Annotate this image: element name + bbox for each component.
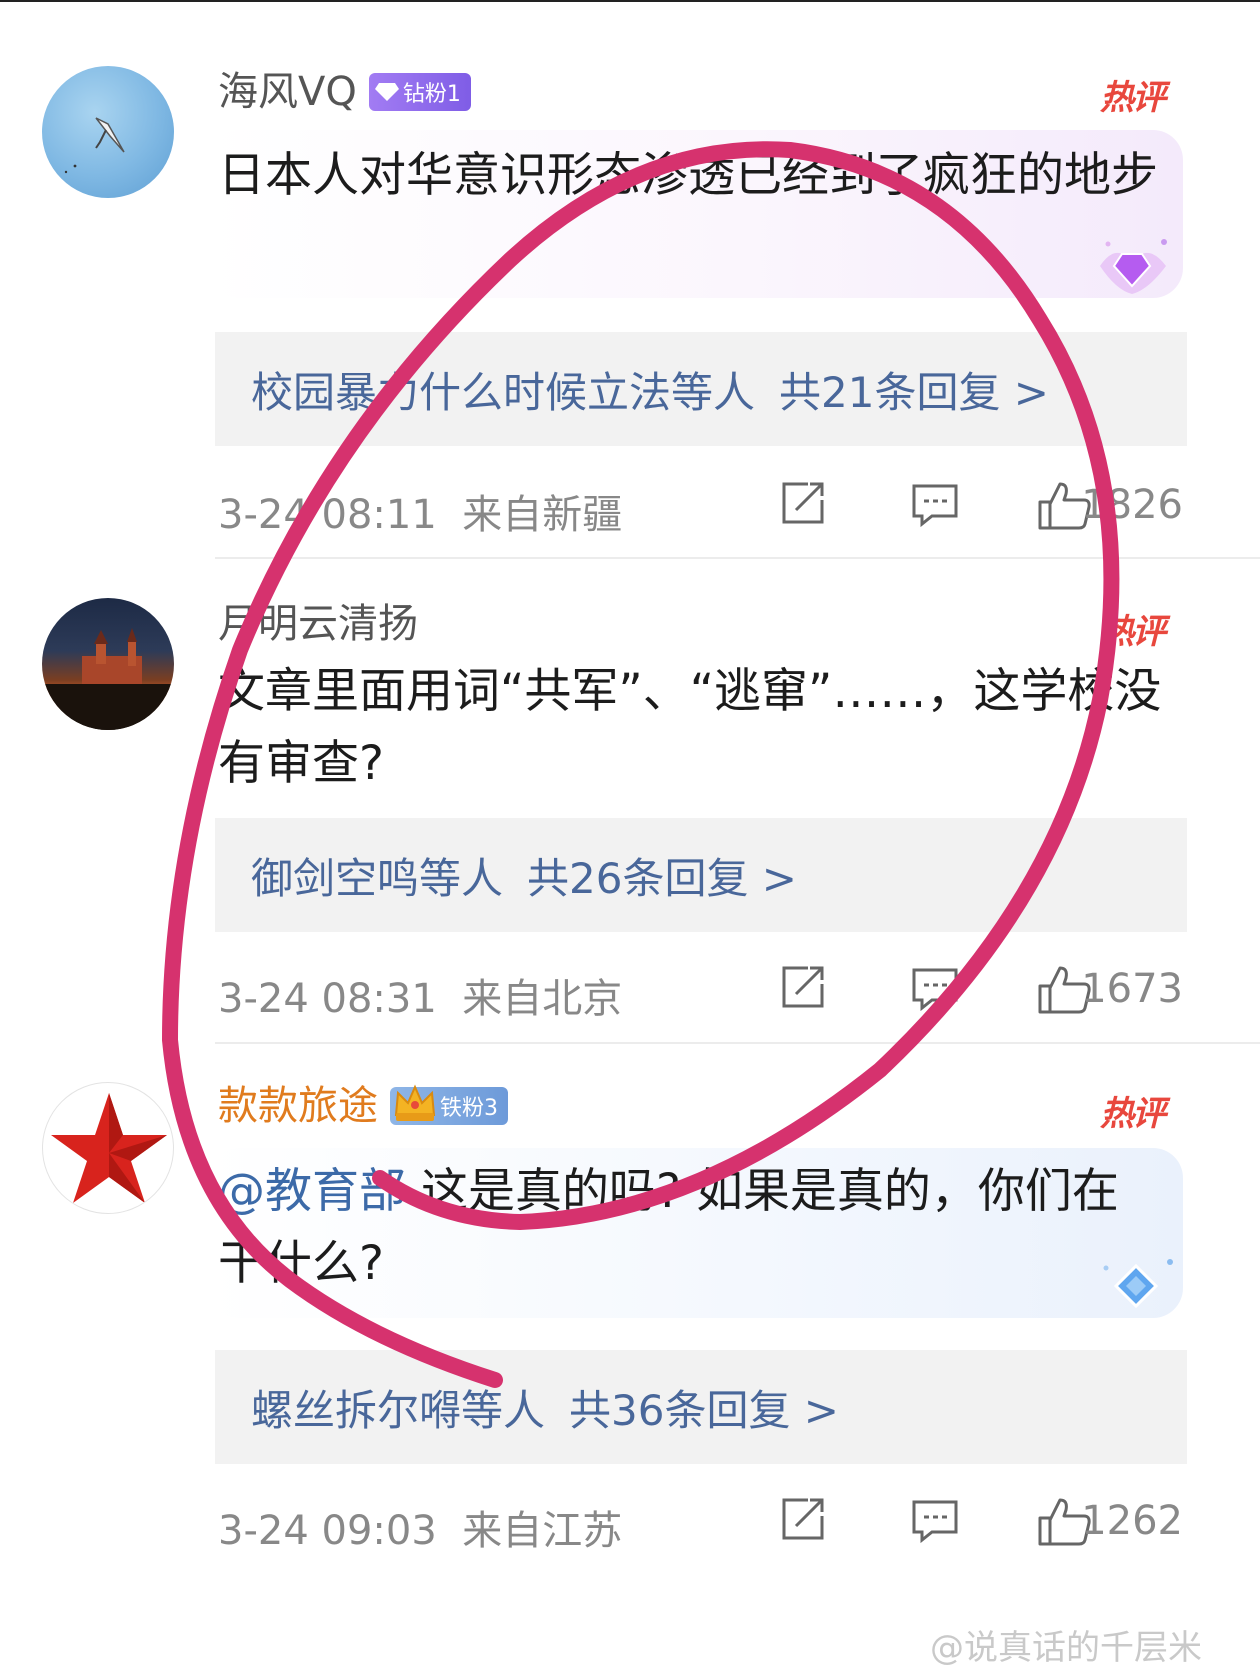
reply-names: 御剑空鸣等人 <box>251 853 504 903</box>
replies-preview[interactable]: 螺丝拆尔嘚等人 共36条回复 > <box>215 1350 1187 1464</box>
reply-count: 共21条回复 > <box>779 367 1050 417</box>
avatar[interactable] <box>42 66 174 198</box>
comment-icon[interactable] <box>910 1496 960 1546</box>
crown-icon <box>394 1084 436 1121</box>
hot-comment-label: 热评 <box>1100 612 1166 652</box>
username[interactable]: 款款旅途 <box>218 1086 378 1126</box>
avatar[interactable] <box>42 1082 174 1214</box>
comment-text: @教育部 这是真的吗? 如果是真的，你们在干什么? <box>218 1156 1163 1300</box>
hot-comment-label: 热评 <box>1100 1094 1166 1134</box>
like-count: 1673 <box>1081 966 1183 1012</box>
castle-image <box>42 628 174 730</box>
comment-header: 海风VQ 钻粉1 <box>218 64 471 120</box>
like-count: 1826 <box>1081 482 1183 528</box>
comment-icon[interactable] <box>910 964 960 1014</box>
comment-meta: 3-24 09:03 来自江苏 1262 <box>218 1490 1183 1554</box>
fan-badge-label: 钻粉1 <box>402 82 461 107</box>
comment-header: 款款旅途 铁粉3 <box>218 1078 508 1134</box>
top-border <box>0 0 1260 2</box>
share-icon[interactable] <box>778 1496 828 1542</box>
diamond-icon <box>374 83 399 101</box>
comment-meta: 3-24 08:31 来自北京 1673 <box>218 958 1183 1022</box>
seagull-image <box>64 117 125 174</box>
timestamp: 3-24 08:11 <box>218 492 437 538</box>
divider <box>215 557 1260 559</box>
avatar[interactable] <box>42 598 174 730</box>
comment-text: 文章里面用词“共军”、“逃窜”……，这学校没有审查? <box>218 664 1162 791</box>
share-icon[interactable] <box>778 964 828 1010</box>
comment-icon[interactable] <box>910 480 960 530</box>
location: 来自江苏 <box>462 1508 623 1554</box>
hot-comment-label: 热评 <box>1100 78 1166 118</box>
timestamp-location: 3-24 08:11 来自新疆 <box>218 482 622 540</box>
location: 来自新疆 <box>462 492 623 538</box>
mention-link[interactable]: @教育部 <box>218 1164 406 1219</box>
red-star-image <box>51 1093 167 1203</box>
diamond-decoration-icon <box>1100 239 1167 294</box>
timestamp: 3-24 08:31 <box>218 976 437 1022</box>
timestamp: 3-24 09:03 <box>218 1508 437 1554</box>
comment-text: 日本人对华意识形态渗透已经到了疯狂的地步 <box>218 148 1158 203</box>
fan-badge[interactable]: 铁粉3 <box>390 1084 508 1125</box>
timestamp-location: 3-24 08:31 来自北京 <box>218 966 622 1024</box>
like-count: 1262 <box>1081 1498 1183 1544</box>
reply-names: 螺丝拆尔嘚等人 <box>251 1385 546 1435</box>
location: 来自北京 <box>462 976 623 1022</box>
timestamp-location: 3-24 09:03 来自江苏 <box>218 1498 622 1556</box>
watermark: @说真话的千层米 <box>930 1628 1202 1668</box>
replies-preview[interactable]: 校园暴力什么时候立法等人 共21条回复 > <box>215 332 1187 446</box>
divider <box>215 1042 1260 1044</box>
comment-meta: 3-24 08:11 来自新疆 1826 <box>218 474 1183 538</box>
reply-names: 校园暴力什么时候立法等人 <box>251 367 756 417</box>
replies-preview[interactable]: 御剑空鸣等人 共26条回复 > <box>215 818 1187 932</box>
share-icon[interactable] <box>778 480 828 526</box>
comment-header: 月明云清扬 <box>218 596 418 652</box>
reply-count: 共36条回复 > <box>569 1385 840 1435</box>
fan-badge-label: 铁粉3 <box>440 1096 498 1121</box>
fan-badge[interactable]: 钻粉1 <box>368 73 471 111</box>
username[interactable]: 海风VQ <box>218 72 357 112</box>
username[interactable]: 月明云清扬 <box>218 604 418 644</box>
reply-count: 共26条回复 > <box>527 853 798 903</box>
